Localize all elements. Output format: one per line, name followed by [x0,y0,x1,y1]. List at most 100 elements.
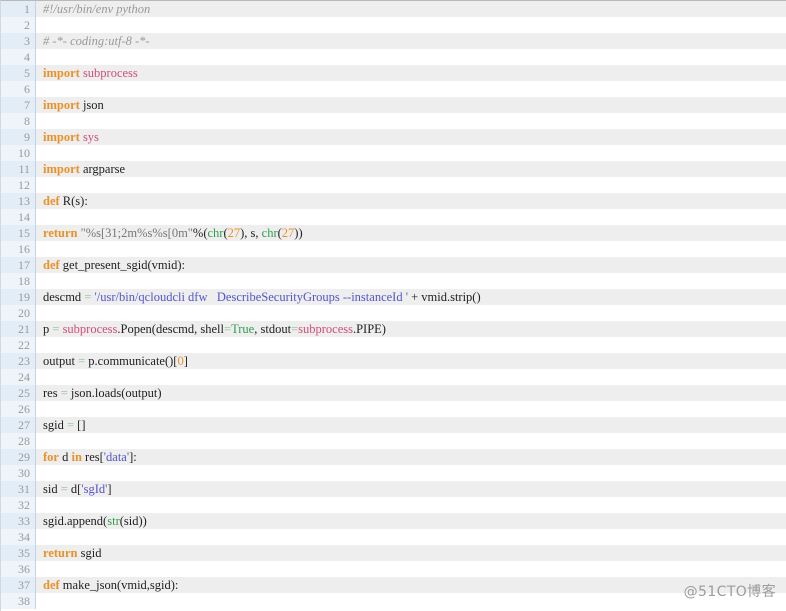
code-line-content[interactable]: sgid.append(str(sid)) [35,513,786,529]
code-token-kw: import [43,162,80,176]
code-token-num: 27 [227,226,241,240]
code-token-plain: json.loads(output) [67,386,162,400]
code-line-content[interactable]: #!/usr/bin/env python [35,1,786,17]
code-token-builtin: chr [207,226,224,240]
code-token-kw: return [43,226,78,240]
code-line: 17 def get_present_sgid(vmid): [1,257,786,273]
code-token-kw: def [43,194,60,208]
code-token-comment: #!/usr/bin/env python [43,2,151,16]
code-token-kw: in [71,450,82,464]
code-token-plain: [] [74,418,86,432]
code-line-content[interactable]: p = subprocess.Popen(descmd, shell=True,… [35,321,786,337]
line-number: 26 [1,401,36,417]
code-line: 3 # -*- coding:utf-8 -*- [1,33,786,49]
line-number: 36 [1,561,36,577]
code-line-content[interactable]: for d in res['data']: [35,449,786,465]
code-line-content[interactable] [35,305,786,321]
code-line-content[interactable]: def get_present_sgid(vmid): [35,257,786,273]
code-line: 30 [1,465,786,481]
code-token-kw: import [43,98,80,112]
code-token-plain: sid [43,482,61,496]
code-token-plain: ] [107,482,112,496]
code-line-content[interactable]: import subprocess [35,65,786,81]
code-line-content[interactable] [35,209,786,225]
code-line: 16 [1,241,786,257]
code-token-plain: output [43,354,79,368]
code-line-content[interactable]: # -*- coding:utf-8 -*- [35,33,786,49]
code-line: 38 [1,593,786,609]
code-token-plain: descmd [43,290,85,304]
code-token-const: True [231,322,255,336]
line-number: 35 [1,545,36,561]
line-number: 22 [1,337,36,353]
code-token-num: 27 [281,226,295,240]
code-line: 37 def make_json(vmid,sgid): [1,577,786,593]
code-viewer[interactable]: 1 #!/usr/bin/env python 2 3 # -*- coding:utf… [0,0,786,611]
code-line: 1 #!/usr/bin/env python [1,1,786,17]
code-line: 31 sid = d['sgId'] [1,481,786,497]
code-line-content[interactable] [35,465,786,481]
code-line-content[interactable]: def R(s): [35,193,786,209]
code-line-content[interactable] [35,113,786,129]
code-token-op: = [66,418,75,432]
line-number: 6 [1,81,36,97]
code-token-str: '/usr/bin/qcloudcli dfw DescribeSecurity… [94,290,408,304]
code-line-content[interactable] [35,81,786,97]
code-line-content[interactable]: output = p.communicate()[0] [35,353,786,369]
code-line-content[interactable]: res = json.loads(output) [35,385,786,401]
code-line-content[interactable] [35,145,786,161]
code-line-content[interactable]: sid = d['sgId'] [35,481,786,497]
code-token-plain: d [58,450,72,464]
code-token-builtin: chr [261,226,278,240]
code-line-content[interactable] [35,337,786,353]
code-line-content[interactable] [35,17,786,33]
code-line-content[interactable] [35,49,786,65]
code-line-content[interactable] [35,401,786,417]
line-number: 16 [1,241,36,257]
code-line-content[interactable]: sgid = [] [35,417,786,433]
code-token-op: = [60,482,68,496]
code-token-plain: json [82,98,104,112]
code-token-plain: ), s, [240,226,262,240]
code-token-kw: import [43,130,80,144]
code-line-content[interactable] [35,433,786,449]
code-line-content[interactable] [35,497,786,513]
code-token-plain: sgid [43,418,67,432]
code-line-content[interactable] [35,593,786,609]
code-table: 1 #!/usr/bin/env python 2 3 # -*- coding:utf… [1,1,786,609]
code-line: 32 [1,497,786,513]
code-line: 19 descmd = '/usr/bin/qcloudcli dfw Descr… [1,289,786,305]
code-line: 24 [1,369,786,385]
code-line: 8 [1,113,786,129]
code-line-content[interactable] [35,561,786,577]
code-line: 33 sgid.append(str(sid)) [1,513,786,529]
code-line-content[interactable] [35,177,786,193]
code-token-builtin: str [107,514,120,528]
code-line-content[interactable] [35,241,786,257]
code-line: 25 res = json.loads(output) [1,385,786,401]
line-number: 18 [1,273,36,289]
code-token-mod: subprocess [298,322,353,336]
code-line: 28 [1,433,786,449]
code-line-content[interactable] [35,369,786,385]
code-line-content[interactable]: import sys [35,129,786,145]
code-line-content[interactable]: return "%s[31;2m%s%s[0m"%(chr(27), s, ch… [35,225,786,241]
code-token-plain: argparse [82,162,126,176]
code-line: 10 [1,145,786,161]
code-line-content[interactable] [35,529,786,545]
code-line-content[interactable]: return sgid [35,545,786,561]
line-number: 3 [1,33,36,49]
code-line-content[interactable]: import json [35,97,786,113]
code-line-content[interactable]: descmd = '/usr/bin/qcloudcli dfw Describ… [35,289,786,305]
code-line: 13 def R(s): [1,193,786,209]
code-line-content[interactable]: def make_json(vmid,sgid): [35,577,786,593]
code-line-content[interactable]: import argparse [35,161,786,177]
code-line-content[interactable] [35,273,786,289]
line-number: 21 [1,321,36,337]
code-token-plain: p [43,322,53,336]
line-number: 33 [1,513,36,529]
code-line: 34 [1,529,786,545]
code-line: 21 p = subprocess.Popen(descmd, shell=Tru… [1,321,786,337]
code-token-plain: %( [192,226,208,240]
code-token-plain: )) [294,226,303,240]
